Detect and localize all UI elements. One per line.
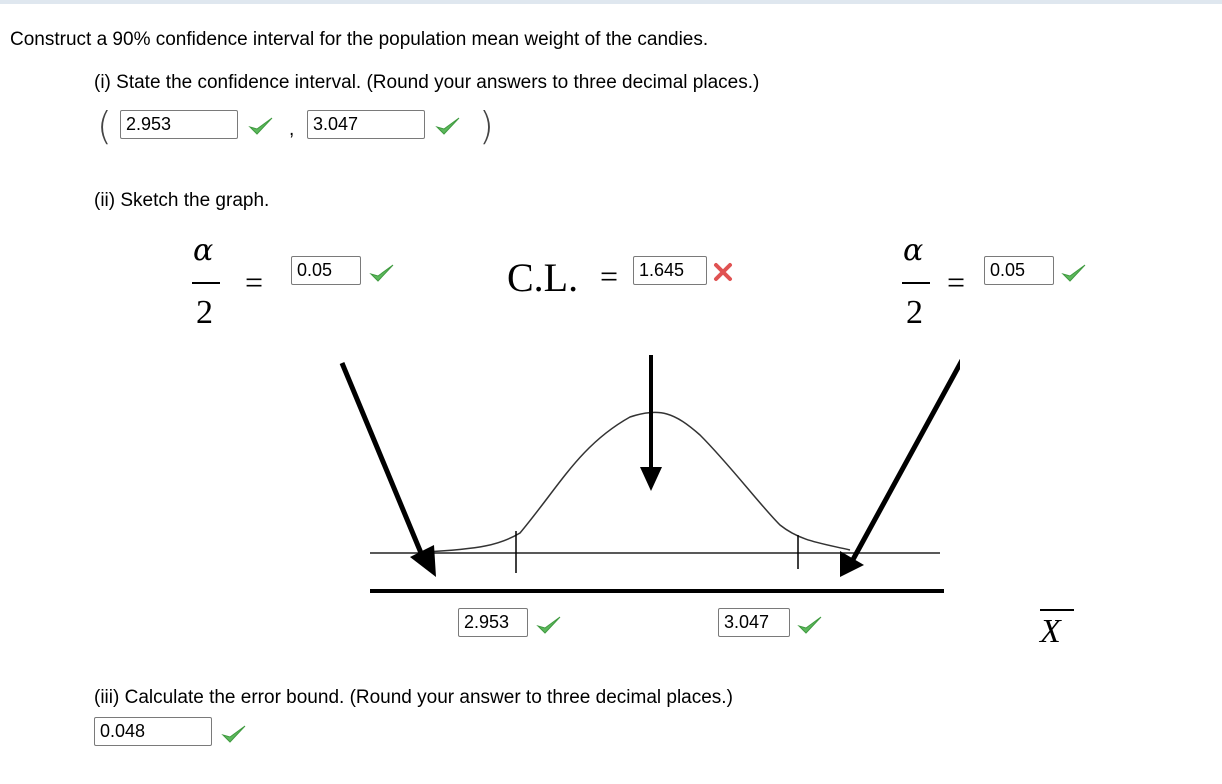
- axis-lower-input[interactable]: [458, 608, 528, 637]
- question-prompt: Construct a 90% confidence interval for …: [10, 29, 709, 50]
- alpha-symbol: α: [193, 233, 214, 268]
- top-border: [0, 0, 1222, 4]
- cl-equals-sign: =: [600, 258, 619, 294]
- confidence-level-label: C.L.: [507, 255, 579, 300]
- close-paren: ): [479, 104, 494, 148]
- part-iii-label: (iii) Calculate the error bound. (Round …: [94, 687, 733, 708]
- part-i-label: (i) State the confidence interval. (Roun…: [94, 72, 760, 93]
- right-tail-area-input[interactable]: [984, 256, 1054, 285]
- left-tail-area-input[interactable]: [291, 256, 361, 285]
- incorrect-x-icon: [714, 263, 732, 281]
- correct-check-icon: [221, 725, 246, 743]
- fraction-bar: [902, 282, 930, 284]
- bell-curve: [424, 411, 851, 553]
- interval-separator: ,: [289, 119, 295, 140]
- alpha-symbol: α: [903, 233, 924, 268]
- fraction-denominator: 2: [196, 294, 213, 331]
- correct-check-icon: [369, 264, 394, 282]
- fraction-denominator: 2: [906, 294, 923, 331]
- x-bar-overline: [1040, 609, 1074, 611]
- error-bound-input[interactable]: [94, 717, 212, 746]
- equals-sign: =: [947, 264, 966, 300]
- open-paren: (: [97, 104, 112, 148]
- left-tail-arrow: [339, 362, 429, 566]
- ci-lower-input[interactable]: [120, 110, 238, 139]
- axis-upper-input[interactable]: [718, 608, 790, 637]
- correct-check-icon: [536, 616, 561, 634]
- correct-check-icon: [435, 117, 460, 135]
- ci-upper-input[interactable]: [307, 110, 425, 139]
- fraction-bar: [192, 282, 220, 284]
- part-ii-label: (ii) Sketch the graph.: [94, 190, 270, 211]
- right-tail-arrow: [847, 358, 960, 567]
- x-bar-variable: X: [1040, 613, 1061, 650]
- equals-sign: =: [245, 264, 264, 300]
- normal-curve-sketch: [339, 355, 960, 593]
- correct-check-icon: [797, 616, 822, 634]
- correct-check-icon: [248, 117, 273, 135]
- confidence-level-input[interactable]: [633, 256, 707, 285]
- correct-check-icon: [1061, 264, 1086, 282]
